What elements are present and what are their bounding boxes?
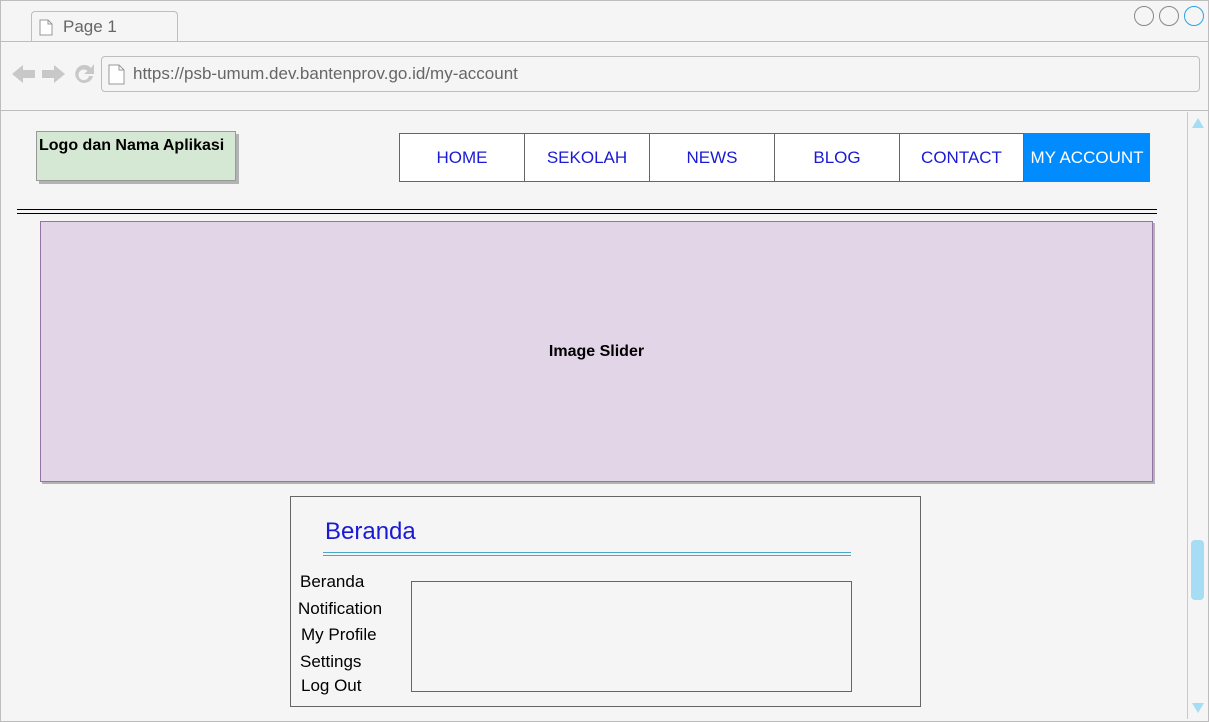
url-text: https://psb-umum.dev.bantenprov.go.id/my… [133, 64, 518, 83]
app-logo[interactable]: Logo dan Nama Aplikasi [36, 131, 236, 181]
sidebar-link-my-profile[interactable]: My Profile [301, 625, 377, 645]
menu-item-home[interactable]: HOME [399, 133, 524, 182]
slider-label: Image Slider [548, 342, 645, 360]
browser-window: Page 1 https://psb-umum.dev.bantenprov.g… [0, 0, 1209, 722]
sidebar-link-beranda[interactable]: Beranda [300, 572, 364, 592]
minimize-icon[interactable] [1134, 6, 1154, 26]
tab-divider [1, 41, 1208, 42]
menu-item-blog[interactable]: BLOG [774, 133, 899, 182]
maximize-icon[interactable] [1159, 6, 1179, 26]
back-arrow-icon[interactable] [12, 63, 36, 85]
image-slider[interactable]: Image Slider [40, 221, 1153, 482]
account-content-area [411, 581, 852, 692]
scroll-thumb[interactable] [1191, 540, 1204, 600]
vertical-scrollbar[interactable] [1187, 112, 1208, 719]
account-panel: Beranda Beranda Notification My Profile … [290, 496, 921, 707]
sidebar-link-notification[interactable]: Notification [298, 599, 382, 619]
menu-item-sekolah[interactable]: SEKOLAH [524, 133, 649, 182]
menu-item-news[interactable]: NEWS [649, 133, 774, 182]
sidebar-link-settings[interactable]: Settings [300, 652, 361, 672]
menu-item-contact[interactable]: CONTACT [899, 133, 1024, 182]
toolbar-divider [1, 110, 1208, 111]
forward-arrow-icon[interactable] [41, 63, 65, 85]
title-underline [323, 555, 851, 556]
sidebar-link-log-out[interactable]: Log Out [301, 676, 362, 696]
page-icon [108, 64, 125, 85]
address-bar[interactable]: https://psb-umum.dev.bantenprov.go.id/my… [101, 56, 1200, 92]
scroll-up-icon[interactable] [1191, 116, 1205, 130]
scroll-down-icon[interactable] [1191, 701, 1205, 715]
menu-item-my-account[interactable]: MY ACCOUNT [1024, 133, 1150, 182]
header-divider [17, 209, 1157, 210]
browser-tab[interactable]: Page 1 [31, 11, 178, 42]
close-icon[interactable] [1184, 6, 1204, 26]
main-menu: HOME SEKOLAH NEWS BLOG CONTACT MY ACCOUN… [399, 133, 1150, 182]
page-icon [39, 19, 53, 36]
tab-title: Page 1 [63, 17, 117, 36]
header-divider [17, 213, 1157, 214]
panel-title: Beranda [325, 518, 416, 545]
title-underline [323, 552, 851, 553]
reload-icon[interactable] [72, 63, 96, 85]
